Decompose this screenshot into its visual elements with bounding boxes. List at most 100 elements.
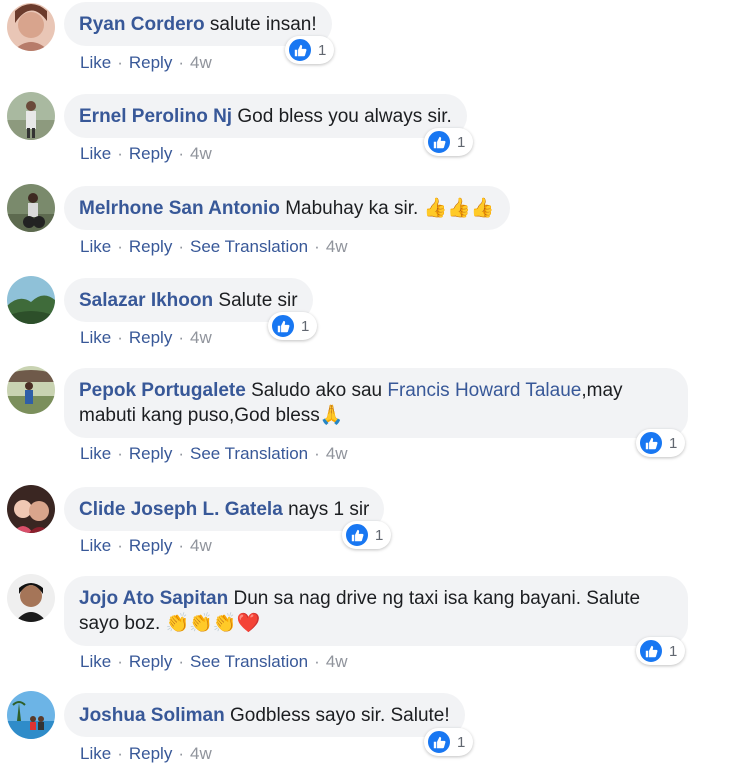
reaction-count[interactable]: 1 (636, 429, 686, 457)
separator-dot: · (314, 444, 320, 463)
timestamp[interactable]: 4w (190, 144, 212, 163)
comment-author[interactable]: Joshua Soliman (79, 705, 225, 726)
comment-actions: Like · Reply · 4w (80, 144, 212, 164)
reply-link[interactable]: Reply (129, 444, 172, 463)
like-link[interactable]: Like (80, 237, 111, 256)
reaction-number: 1 (375, 526, 384, 544)
separator-dot: · (178, 444, 184, 463)
reply-link[interactable]: Reply (129, 53, 172, 72)
separator-dot: · (178, 53, 184, 72)
separator-dot: · (178, 744, 184, 763)
separator-dot: · (117, 328, 123, 347)
separator-dot: · (117, 237, 123, 256)
like-link[interactable]: Like (80, 444, 111, 463)
reaction-number: 1 (318, 41, 327, 59)
reply-link[interactable]: Reply (129, 237, 172, 256)
reply-link[interactable]: Reply (129, 744, 172, 763)
clapping-hands-heart-emoji-icon: 👏👏👏❤️ (165, 613, 261, 634)
comment-author[interactable]: Melrhone San Antonio (79, 198, 280, 219)
reaction-number: 1 (669, 642, 678, 660)
reaction-count[interactable]: 1 (424, 128, 474, 156)
separator-dot: · (314, 652, 320, 671)
timestamp[interactable]: 4w (190, 744, 212, 763)
separator-dot: · (117, 744, 123, 763)
like-thumb-icon (271, 314, 295, 338)
comment-text: Mabuhay ka sir. (285, 198, 424, 219)
timestamp[interactable]: 4w (326, 444, 348, 463)
comment-author[interactable]: Ryan Cordero (79, 14, 205, 35)
reaction-number: 1 (669, 434, 678, 452)
thumbs-up-emoji-icon: 👍👍👍 (423, 198, 495, 219)
comment-text: God bless you always sir. (237, 106, 452, 127)
timestamp[interactable]: 4w (190, 536, 212, 555)
avatar[interactable] (7, 92, 55, 140)
like-link[interactable]: Like (80, 744, 111, 763)
see-translation-link[interactable]: See Translation (190, 652, 308, 671)
avatar[interactable] (7, 485, 55, 533)
like-link[interactable]: Like (80, 144, 111, 163)
see-translation-link[interactable]: See Translation (190, 444, 308, 463)
avatar[interactable] (7, 276, 55, 324)
reply-link[interactable]: Reply (129, 536, 172, 555)
separator-dot: · (117, 53, 123, 72)
comment-text: Godbless sayo sir. Salute! (229, 705, 450, 726)
comment-bubble: Jojo Ato Sapitan Dun sa nag drive ng tax… (64, 576, 688, 646)
comment-text: ,may (581, 380, 623, 401)
like-link[interactable]: Like (80, 652, 111, 671)
separator-dot: · (178, 237, 184, 256)
separator-dot: · (178, 144, 184, 163)
praying-hands-emoji-icon: 🙏 (319, 405, 344, 426)
timestamp[interactable]: 4w (326, 652, 348, 671)
reaction-count[interactable]: 1 (342, 521, 392, 549)
like-thumb-icon (288, 38, 312, 62)
comment-author[interactable]: Pepok Portugalete (79, 380, 246, 401)
comment-text-line2: mabuti kang puso,God bless (79, 405, 320, 426)
like-link[interactable]: Like (80, 328, 111, 347)
reaction-number: 1 (301, 317, 310, 335)
timestamp[interactable]: 4w (190, 53, 212, 72)
reaction-count[interactable]: 1 (268, 312, 318, 340)
comment-actions: Like · Reply · 4w (80, 744, 212, 764)
reply-link[interactable]: Reply (129, 652, 172, 671)
comment-bubble: Melrhone San Antonio Mabuhay ka sir. 👍👍👍 (64, 186, 510, 230)
avatar[interactable] (7, 184, 55, 232)
mention-link[interactable]: Francis Howard Talaue (387, 380, 581, 401)
separator-dot: · (117, 536, 123, 555)
comment-author[interactable]: Jojo Ato Sapitan (79, 588, 228, 609)
timestamp[interactable]: 4w (326, 237, 348, 256)
comment-author[interactable]: Ernel Perolino Nj (79, 106, 232, 127)
like-thumb-icon (427, 730, 451, 754)
comment-author[interactable]: Clide Joseph L. Gatela (79, 499, 283, 520)
comment-bubble: Pepok Portugalete Saludo ako sau Francis… (64, 368, 688, 438)
comment-actions: Like · Reply · See Translation · 4w (80, 652, 348, 672)
like-thumb-icon (427, 130, 451, 154)
comment-actions: Like · Reply · 4w (80, 328, 212, 348)
comment-text: Saludo ako sau (251, 380, 388, 401)
comment-text-line2: sayo boz. (79, 613, 166, 634)
comment-text: Salute sir (218, 290, 298, 311)
reaction-number: 1 (457, 733, 466, 751)
comment-actions: Like · Reply · 4w (80, 536, 212, 556)
reaction-count[interactable]: 1 (285, 36, 335, 64)
comment-bubble: Joshua Soliman Godbless sayo sir. Salute… (64, 693, 465, 737)
like-link[interactable]: Like (80, 53, 111, 72)
avatar[interactable] (7, 574, 55, 622)
avatar[interactable] (7, 3, 55, 51)
see-translation-link[interactable]: See Translation (190, 237, 308, 256)
comment-author[interactable]: Salazar Ikhoon (79, 290, 213, 311)
comment-bubble: Clide Joseph L. Gatela nays 1 sir (64, 487, 385, 531)
separator-dot: · (117, 144, 123, 163)
like-thumb-icon (639, 639, 663, 663)
timestamp[interactable]: 4w (190, 328, 212, 347)
reply-link[interactable]: Reply (129, 328, 172, 347)
like-link[interactable]: Like (80, 536, 111, 555)
comment-text: Dun sa nag drive ng taxi isa kang bayani… (233, 588, 641, 609)
reply-link[interactable]: Reply (129, 144, 172, 163)
separator-dot: · (314, 237, 320, 256)
comment-text: salute insan! (209, 14, 317, 35)
avatar[interactable] (7, 691, 55, 739)
reaction-count[interactable]: 1 (636, 637, 686, 665)
comment-text: nays 1 sir (288, 499, 370, 520)
reaction-count[interactable]: 1 (424, 728, 474, 756)
avatar[interactable] (7, 366, 55, 414)
